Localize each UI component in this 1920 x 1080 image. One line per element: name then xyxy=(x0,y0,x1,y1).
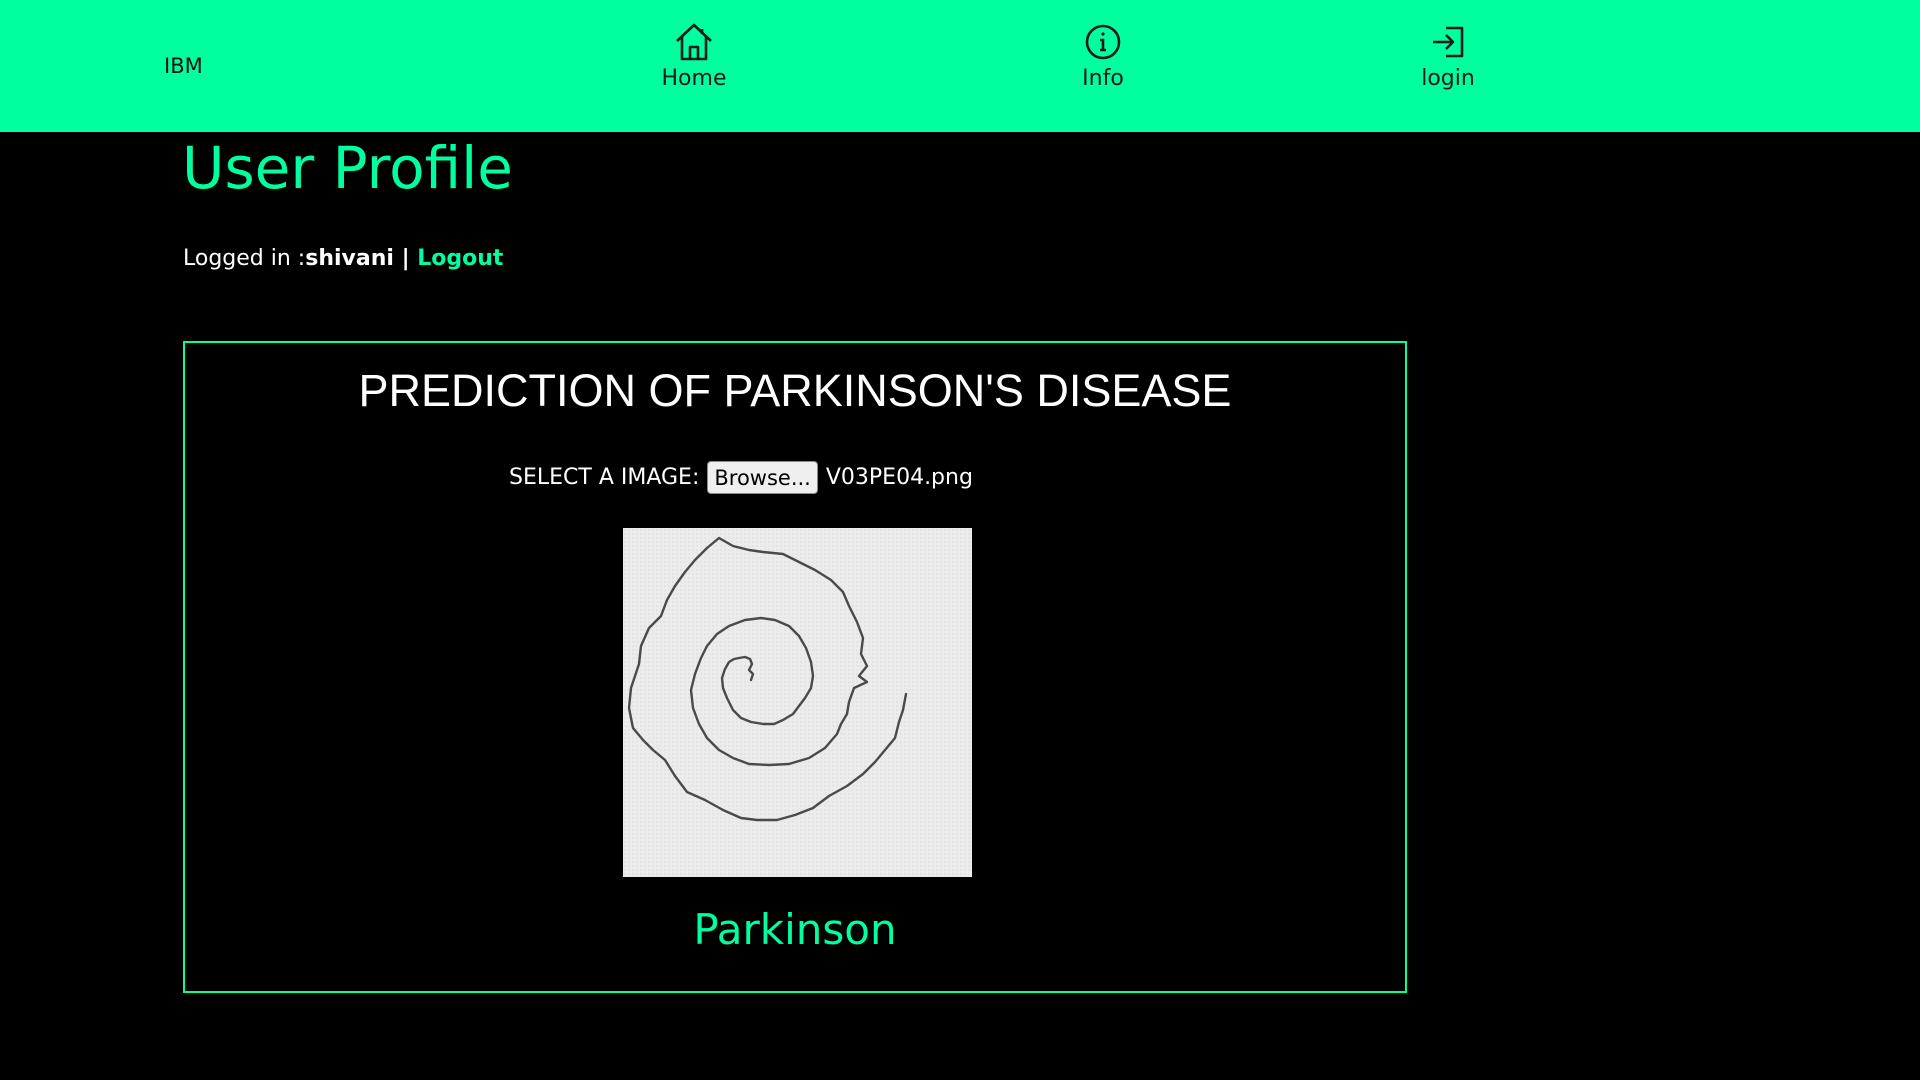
separator: | xyxy=(393,246,418,271)
nav-info-label: Info xyxy=(1082,66,1124,91)
logout-link[interactable]: Logout xyxy=(417,246,503,271)
prediction-result: Parkinson xyxy=(693,905,897,954)
top-navbar: IBM Home Info login xyxy=(0,0,1920,132)
nav-login[interactable]: login xyxy=(1368,20,1528,91)
nav-info[interactable]: Info xyxy=(1023,20,1183,91)
nav-home-label: Home xyxy=(661,66,727,91)
username: shivani xyxy=(305,246,394,271)
spiral-drawing-image xyxy=(623,528,972,877)
info-icon xyxy=(1085,24,1121,60)
brand-logo: IBM xyxy=(164,54,203,78)
logged-in-prefix: Logged in : xyxy=(183,246,306,271)
page-title: User Profile xyxy=(182,134,513,202)
login-status: Logged in :shivani | Logout xyxy=(183,246,503,271)
selected-file-name: V03PE04.png xyxy=(825,465,973,490)
panel-heading: PREDICTION OF PARKINSON'S DISEASE xyxy=(358,365,1232,416)
spiral-drawing xyxy=(627,536,908,822)
login-icon xyxy=(1433,26,1464,58)
nav-home[interactable]: Home xyxy=(614,20,774,91)
select-image-label: SELECT A IMAGE: xyxy=(509,465,700,490)
home-icon xyxy=(676,23,712,61)
nav-login-label: login xyxy=(1421,66,1475,91)
prediction-panel: PREDICTION OF PARKINSON'S DISEASE SELECT… xyxy=(183,341,1407,993)
file-select-row: SELECT A IMAGE: Browse... V03PE04.png xyxy=(509,461,973,494)
browse-button[interactable]: Browse... xyxy=(707,461,818,494)
